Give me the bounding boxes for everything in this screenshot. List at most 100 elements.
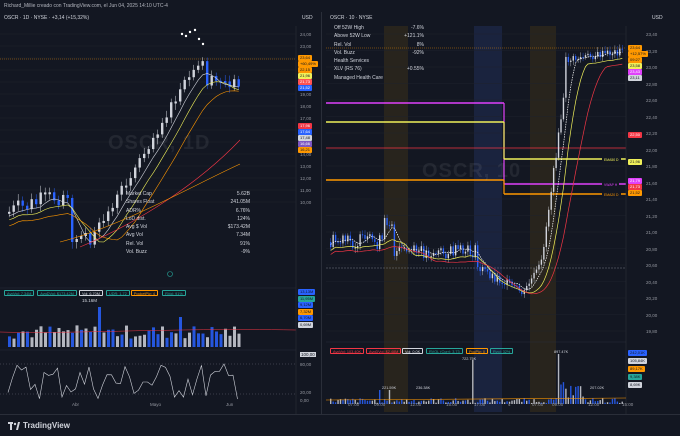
candle-body bbox=[604, 50, 606, 54]
price-tick: 24,00 bbox=[300, 32, 312, 37]
time-tick: 07:00 bbox=[348, 402, 360, 407]
candle-body bbox=[349, 235, 351, 241]
date-tick: Mayo bbox=[150, 402, 162, 407]
candle-body bbox=[601, 50, 604, 58]
volume-bar bbox=[84, 328, 88, 347]
candle-body bbox=[125, 185, 128, 188]
date-tick: Jun bbox=[226, 402, 234, 407]
stats-row: Health Services bbox=[334, 57, 424, 65]
volume-peak: 207.02K bbox=[590, 386, 605, 390]
price-label: 16,21 bbox=[298, 147, 313, 153]
volume-chip: Vol: 0.0K bbox=[402, 348, 424, 354]
candle-body bbox=[134, 167, 137, 179]
candle-body bbox=[501, 282, 503, 285]
volume-bar bbox=[599, 400, 601, 404]
volume-bar bbox=[579, 386, 582, 404]
volume-bar bbox=[116, 336, 119, 347]
stats-value: $173.42M bbox=[227, 224, 250, 231]
osc-tick: 80,00 bbox=[300, 362, 312, 367]
volume-bar bbox=[489, 402, 491, 404]
stats-value: +0.55% bbox=[406, 66, 424, 73]
price-tick: 20,60 bbox=[646, 263, 658, 268]
candle-body bbox=[75, 239, 78, 242]
stats-key: Avg $ Vol bbox=[126, 224, 148, 231]
candle-body bbox=[44, 192, 47, 195]
volume-chip: PocketPiv: 4 bbox=[130, 290, 158, 296]
volume-bar bbox=[66, 330, 70, 347]
price-tick: 20,20 bbox=[646, 296, 658, 301]
price-tick: 21,60 bbox=[646, 180, 658, 186]
volume-bar bbox=[62, 331, 65, 347]
volume-chip: AvgVol: 7.34M bbox=[4, 290, 35, 296]
volume-bar bbox=[513, 400, 516, 404]
time-tick: 09:00 bbox=[374, 402, 386, 407]
price-tick: 18,00 bbox=[300, 104, 312, 109]
volume-bar bbox=[464, 400, 467, 404]
date-tick: Abr bbox=[72, 402, 80, 407]
candle-body bbox=[543, 246, 545, 260]
candle-body bbox=[98, 222, 101, 232]
volume-bar bbox=[562, 382, 565, 404]
volume-chip: AvgDVol: $173.42M bbox=[37, 290, 77, 296]
volume-bar bbox=[165, 337, 169, 347]
volume-chip: Vol: 6.70M bbox=[79, 290, 103, 296]
volume-bar bbox=[201, 333, 205, 347]
candle-body bbox=[17, 200, 20, 206]
volume-bar bbox=[614, 398, 616, 404]
volume-bar bbox=[457, 400, 459, 404]
volume-bar bbox=[143, 334, 146, 347]
stats-key: Vol. Buzz bbox=[126, 249, 147, 256]
candle-body bbox=[594, 56, 596, 60]
price-tick: 21,40 bbox=[646, 197, 658, 202]
volume-bar bbox=[98, 307, 101, 347]
time-tick: 4 bbox=[508, 402, 511, 407]
volume-bar bbox=[330, 398, 332, 404]
left-chart-title: OSCR · 1D · NYSE · +3,14 (+15,32%) bbox=[4, 15, 90, 21]
candle-body bbox=[481, 267, 484, 272]
volume-label: 6,70M bbox=[298, 315, 314, 321]
stats-key: Above 52W Low bbox=[334, 33, 371, 40]
osc-tick: 100,00 bbox=[300, 352, 316, 357]
volume-label: 242,01K bbox=[628, 350, 647, 356]
right-chart-title: OSCR · 10 · NYSE bbox=[330, 15, 373, 21]
left-currency: USD bbox=[302, 15, 313, 21]
volume-peak: 221.59K bbox=[382, 386, 397, 390]
candle-body bbox=[339, 242, 342, 244]
volume-bar bbox=[511, 400, 513, 404]
volume-bar bbox=[486, 400, 489, 404]
left-volume-bars bbox=[8, 307, 241, 347]
stats-row: Shares Float 241.05M bbox=[126, 198, 250, 206]
candle-body bbox=[80, 236, 83, 239]
volume-bar bbox=[467, 399, 469, 404]
candle-body bbox=[562, 97, 565, 120]
candle-body bbox=[383, 218, 386, 240]
right-chart-pane[interactable]: OSCR · 10 · NYSE USD OSCR, 10 Off 52W Hi… bbox=[326, 12, 680, 414]
candle-body bbox=[356, 246, 359, 248]
left-chart-pane[interactable]: OSCR · 1D · NYSE · +3,14 (+15,32%) USD O… bbox=[0, 12, 322, 414]
volume-bar bbox=[359, 398, 361, 404]
candle-body bbox=[621, 48, 623, 50]
price-tick: 20,00 bbox=[646, 312, 658, 318]
volume-bar bbox=[526, 400, 528, 404]
price-label: 21,96 bbox=[628, 159, 643, 165]
candle-body bbox=[420, 246, 423, 252]
signal-dot bbox=[188, 30, 192, 34]
volume-bar bbox=[396, 400, 398, 404]
candle-body bbox=[21, 200, 24, 206]
candle-body bbox=[116, 194, 119, 208]
price-tick: 11,00 bbox=[300, 188, 311, 193]
stats-value: 5.62B bbox=[236, 191, 250, 197]
volume-bar bbox=[516, 398, 518, 404]
volume-bar bbox=[570, 385, 572, 404]
volume-bar bbox=[584, 399, 587, 404]
volume-bar bbox=[494, 401, 496, 404]
price-label: 21,52 bbox=[628, 190, 643, 196]
tradingview-logo[interactable]: TradingView bbox=[8, 421, 70, 430]
candle-body bbox=[374, 239, 376, 242]
volume-bar bbox=[577, 386, 579, 404]
volume-bar bbox=[557, 354, 560, 404]
candle-body bbox=[457, 245, 459, 250]
volume-bar bbox=[432, 399, 435, 404]
stats-key: Off 52W High bbox=[334, 25, 364, 31]
volume-bar bbox=[393, 401, 396, 404]
